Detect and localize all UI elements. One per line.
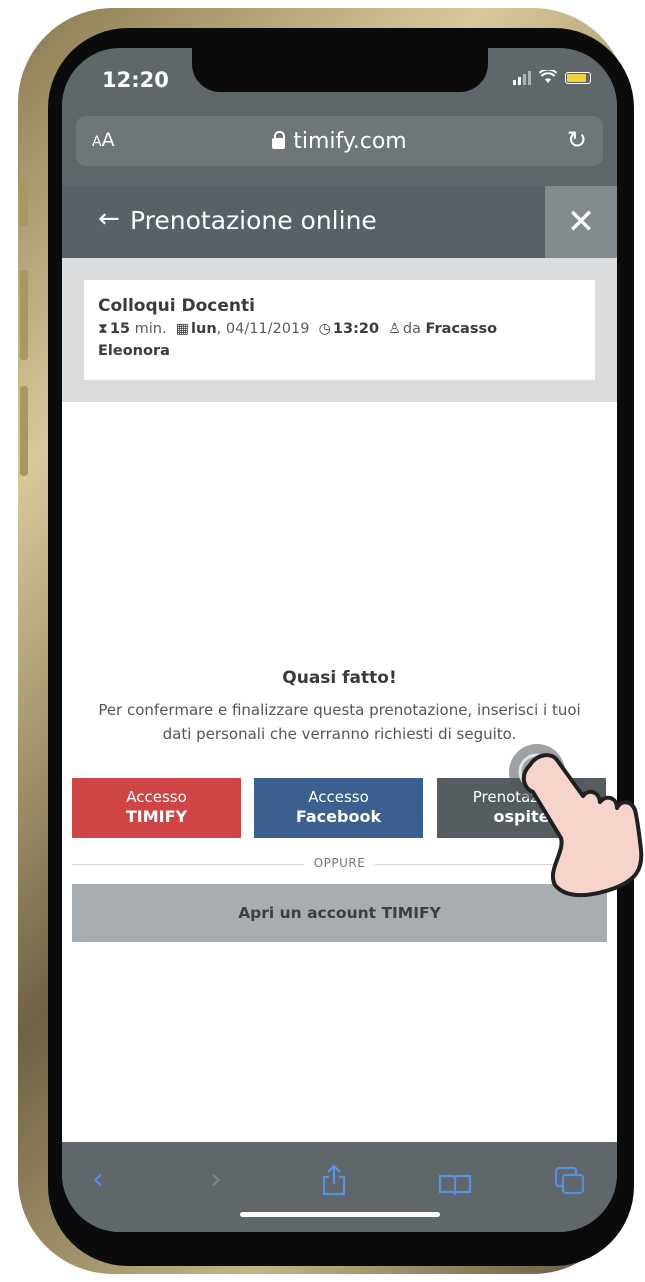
timify-login-button[interactable]: Accesso TIMIFY <box>72 778 241 838</box>
home-indicator <box>240 1212 440 1217</box>
header-title: Prenotazione online <box>130 206 377 235</box>
user-icon: ♙ <box>388 321 401 337</box>
staff-name: Fracasso <box>425 321 498 337</box>
share-icon[interactable] <box>320 1164 348 1204</box>
calendar-icon: ▦ <box>175 321 190 337</box>
signal-icon <box>513 71 531 85</box>
staff-name-2: Eleonora <box>98 343 170 359</box>
separator-label: OPPURE <box>303 856 376 870</box>
booking-summary-card: Colloqui Docenti ⧗ 15 min. ▦ lun, 04/11/20… <box>84 280 595 380</box>
tap-hand-icon <box>509 744 644 898</box>
forward-icon[interactable]: › <box>210 1162 222 1197</box>
address-bar[interactable]: AA timify.com ↻ <box>76 116 603 166</box>
clock-icon: ◷ <box>318 321 331 337</box>
phone-notch <box>192 48 488 92</box>
phone-volume-down <box>20 386 28 476</box>
phone-volume-up <box>20 270 28 360</box>
facebook-login-label-1: Accesso <box>308 788 369 806</box>
booking-time: 13:20 <box>332 321 380 337</box>
duration-value: 15 <box>109 321 131 337</box>
facebook-login-label-2: Facebook <box>295 807 382 826</box>
reload-icon[interactable]: ↻ <box>567 126 587 154</box>
timify-login-label-2: TIMIFY <box>125 807 188 826</box>
booking-summary-band: Colloqui Docenti ⧗ 15 min. ▦ lun, 04/11/20… <box>62 258 617 402</box>
url-display[interactable]: timify.com <box>272 129 407 154</box>
timify-login-label-1: Accesso <box>126 788 187 806</box>
browser-toolbar: ‹ › <box>62 1142 617 1232</box>
status-icons <box>513 68 591 86</box>
phone-mute-switch <box>20 180 28 226</box>
status-time: 12:20 <box>102 68 169 92</box>
battery-icon <box>565 72 591 84</box>
almost-done-heading: Quasi fatto! <box>282 668 397 688</box>
booking-day: lun <box>191 321 217 337</box>
tabs-icon[interactable] <box>554 1166 586 1204</box>
hourglass-icon: ⧗ <box>98 321 108 337</box>
back-arrow-icon[interactable]: ← <box>98 204 120 234</box>
page-content: Colloqui Docenti ⧗ 15 min. ▦ lun, 04/11/20… <box>62 258 617 1142</box>
duration-unit: min. <box>134 321 167 337</box>
facebook-login-button[interactable]: Accesso Facebook <box>254 778 423 838</box>
wifi-icon <box>538 68 558 86</box>
close-button[interactable]: ✕ <box>545 186 617 258</box>
lock-icon <box>272 130 286 149</box>
booking-details: ⧗ 15 min. ▦ lun, 04/11/2019 ◷ 13:20 ♙ da Fra… <box>98 318 581 362</box>
back-icon[interactable]: ‹ <box>92 1162 104 1197</box>
url-domain: timify.com <box>293 128 407 154</box>
service-name: Colloqui Docenti <box>98 296 255 316</box>
staff-prefix: da <box>402 321 421 337</box>
bookmarks-icon[interactable] <box>438 1170 472 1205</box>
phone-screen: 12:20 AA timify.com ↻ ← Prenotazione onl… <box>62 48 617 1232</box>
close-icon: ✕ <box>566 202 596 242</box>
booking-header: ← Prenotazione online ✕ <box>62 186 617 258</box>
text-size-button[interactable]: AA <box>92 129 115 151</box>
booking-date: , 04/11/2019 <box>216 321 310 337</box>
